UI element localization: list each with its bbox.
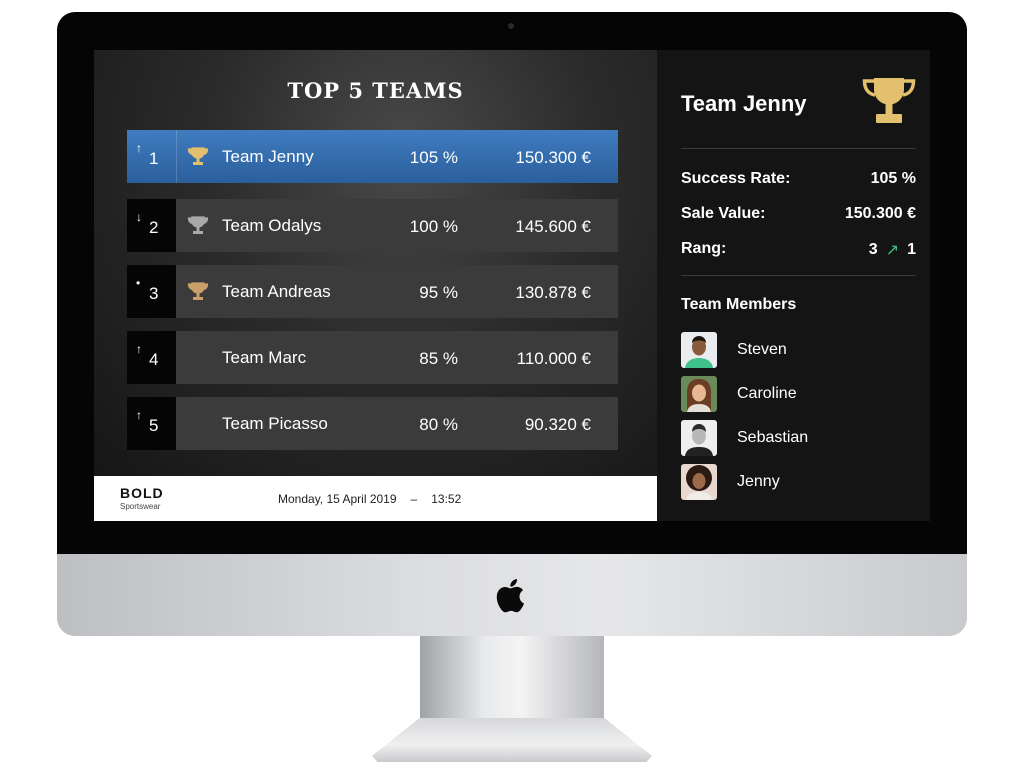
avatar-man-green-shirt-icon — [681, 332, 717, 368]
rank-cell: • 3 — [127, 265, 176, 318]
success-rate: 95 % — [419, 283, 458, 302]
trend-up-icon: ↑ — [136, 408, 142, 422]
avatar-woman-curly-hair-icon — [681, 464, 717, 500]
date-text: Monday, 15 April 2019 — [278, 492, 397, 506]
apple-logo-icon — [496, 579, 524, 613]
success-rate: 85 % — [419, 349, 458, 368]
imac-stand — [420, 636, 604, 726]
avatar-man-bw-icon — [681, 420, 717, 456]
time-text: 13:52 — [431, 492, 462, 506]
leaderboard-row-2[interactable]: ↓ 2 Team Odalys 100 % 145.600 € — [127, 199, 618, 252]
success-rate: 80 % — [419, 415, 458, 434]
divider — [681, 148, 916, 149]
team-name: Team Picasso — [222, 414, 328, 433]
leaderboard-row-1[interactable]: ↑ 1 Team Jenny 105 % 150.300 € — [127, 130, 618, 183]
team-name: Team Marc — [222, 348, 307, 367]
trend-down-icon: ↓ — [136, 210, 142, 224]
brand-subtitle: Sportswear — [120, 502, 161, 511]
date-time-separator: – — [410, 492, 418, 506]
member-name: Sebastian — [737, 429, 809, 446]
leaderboard-row-4[interactable]: ↑ 4 Team Marc 85 % 110.000 € — [127, 331, 618, 384]
rank-number: 3 — [149, 284, 159, 303]
detail-team-name: Team Jenny — [681, 91, 807, 116]
leaderboard-row-3[interactable]: • 3 Team Andreas 95 % 130.878 € — [127, 265, 618, 318]
trend-neutral-icon: • — [136, 276, 141, 290]
leaderboard-title: TOP 5 TEAMS — [287, 78, 464, 103]
sale-value: 110.000 € — [516, 349, 591, 368]
rank-cell: ↑ 4 — [127, 331, 176, 384]
imac-stand-foot — [372, 718, 652, 762]
team-name: Team Odalys — [222, 216, 322, 235]
divider — [681, 275, 916, 276]
rank-cell: ↑ 1 — [127, 130, 177, 183]
member-name: Jenny — [737, 473, 780, 490]
member-name: Caroline — [737, 385, 797, 402]
sale-value: 130.878 € — [515, 283, 591, 302]
silver-trophy-icon — [187, 216, 209, 234]
member-name: Steven — [737, 341, 787, 358]
camera-dot — [508, 23, 514, 29]
member-item[interactable]: Caroline — [681, 375, 916, 413]
rank-number: 4 — [149, 350, 159, 369]
trend-up-icon: ↑ — [136, 141, 142, 155]
sale-value: 90.320 € — [524, 415, 591, 434]
rank-number: 1 — [149, 149, 159, 168]
team-detail-panel: Team Jenny Success Rate: 105 % Sale Valu… — [657, 50, 930, 521]
success-rate-label: Success Rate: — [681, 170, 791, 187]
sale-value-amount: 150.300 € — [844, 205, 916, 222]
team-name: Team Jenny — [222, 147, 314, 166]
trend-up-arrow-icon: ↗ — [885, 242, 900, 259]
member-item[interactable]: Sebastian — [681, 419, 916, 457]
rank-cell: ↓ 2 — [127, 199, 176, 252]
sale-value: 145.600 € — [515, 217, 591, 236]
rank-number: 5 — [149, 416, 159, 435]
rang-label: Rang: — [681, 240, 727, 257]
member-item[interactable]: Steven — [681, 331, 916, 369]
gold-trophy-icon — [187, 147, 209, 165]
leaderboard-panel: TOP 5 TEAMS ↑ 1 Team Jenny 105 % 150.300… — [94, 50, 657, 476]
rang-value: 3 ↗ 1 — [869, 240, 916, 260]
rank-number: 2 — [149, 218, 159, 237]
success-rate: 105 % — [409, 148, 458, 167]
gold-trophy-icon — [862, 78, 916, 123]
brand-logo: BOLD Sportswear — [120, 485, 164, 511]
team-name: Team Andreas — [222, 282, 331, 301]
screen: TOP 5 TEAMS ↑ 1 Team Jenny 105 % 150.300… — [94, 50, 930, 521]
rank-cell: ↑ 5 — [127, 397, 176, 450]
team-members-title: Team Members — [681, 296, 797, 313]
brand-name: BOLD — [120, 485, 164, 501]
footer-bar: BOLD Sportswear Monday, 15 April 2019–13… — [94, 476, 657, 521]
success-rate-value: 105 % — [870, 170, 916, 187]
bronze-trophy-icon — [187, 282, 209, 300]
sale-value: 150.300 € — [515, 148, 591, 167]
date-time: Monday, 15 April 2019–13:52 — [278, 492, 461, 506]
rang-from: 3 — [868, 241, 878, 258]
leaderboard-row-5[interactable]: ↑ 5 Team Picasso 80 % 90.320 € — [127, 397, 618, 450]
avatar-woman-smiling-icon — [681, 376, 717, 412]
member-item[interactable]: Jenny — [681, 463, 916, 501]
success-rate: 100 % — [409, 217, 458, 236]
sale-value-label: Sale Value: — [681, 205, 766, 222]
rang-to: 1 — [907, 241, 916, 258]
trend-up-icon: ↑ — [136, 342, 142, 356]
